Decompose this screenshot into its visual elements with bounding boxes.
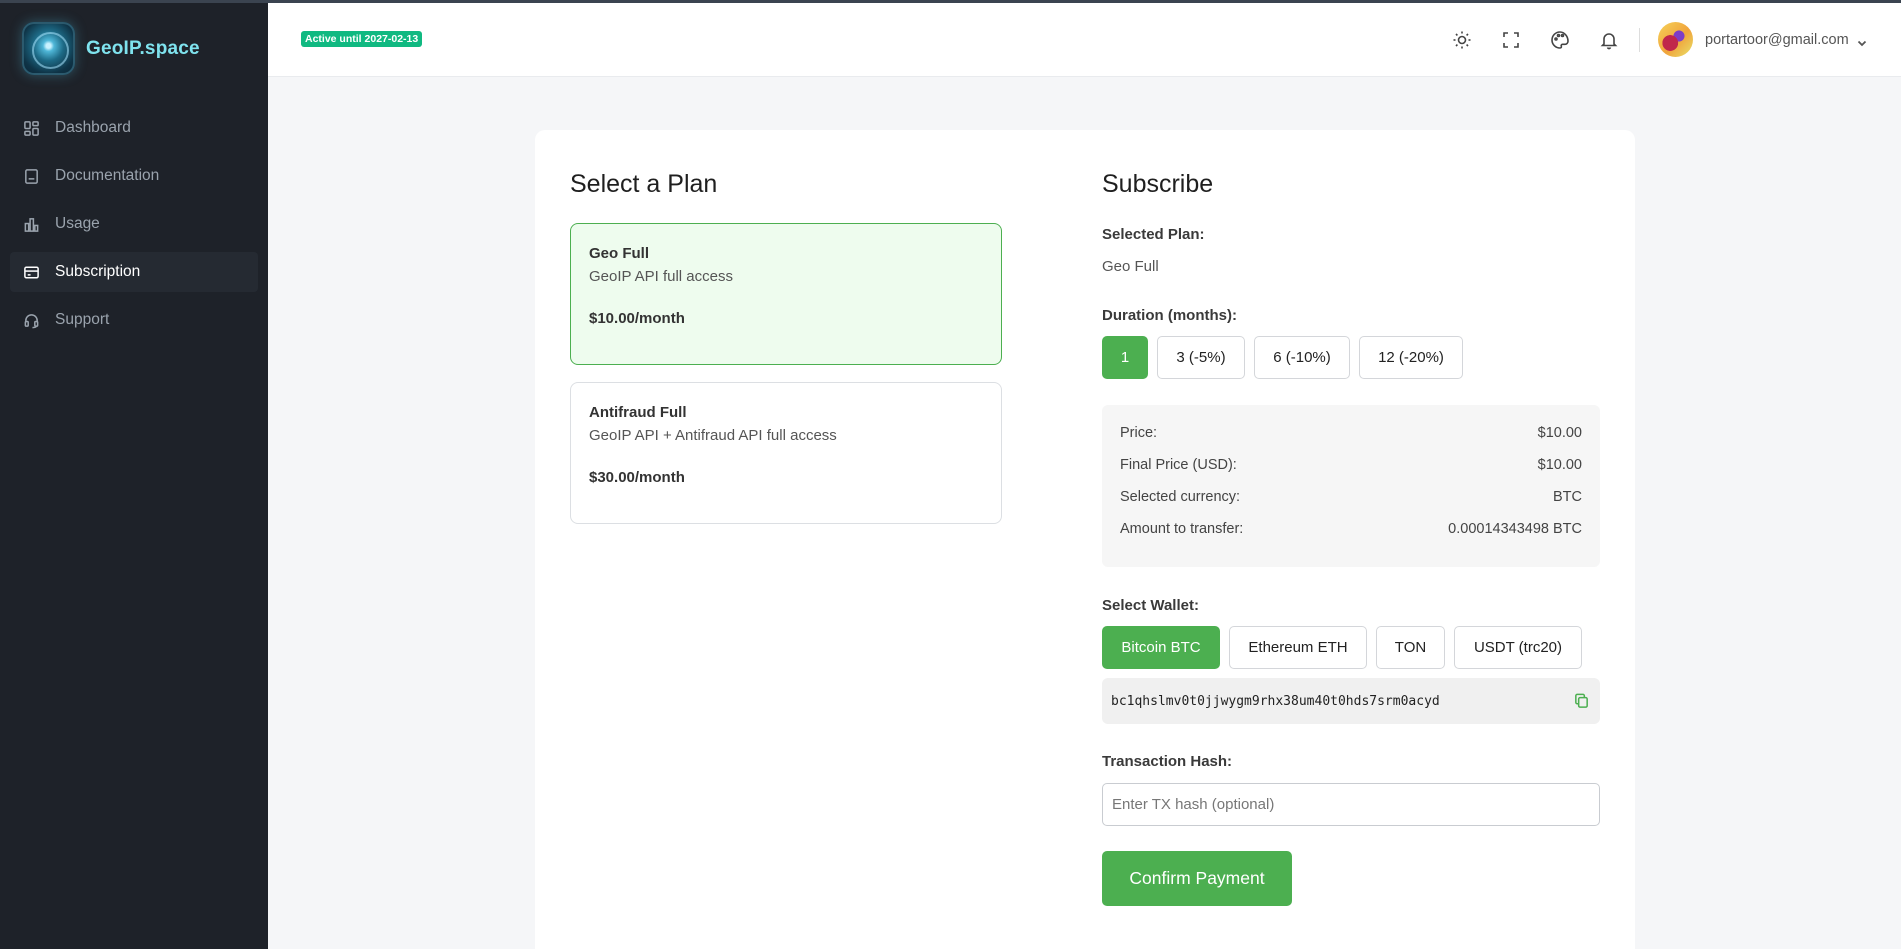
summary-value: 0.00014343498 BTC: [1448, 521, 1582, 537]
summary-label: Amount to transfer:: [1120, 521, 1244, 537]
header-divider: [1639, 28, 1640, 52]
avatar: [1658, 22, 1693, 57]
duration-button-6[interactable]: 6 (-10%): [1254, 336, 1350, 379]
bar-chart-icon: [22, 215, 40, 233]
price-summary: Price: $10.00 Final Price (USD): $10.00 …: [1102, 405, 1600, 567]
summary-value: $10.00: [1537, 457, 1582, 473]
duration-button-3[interactable]: 3 (-5%): [1157, 336, 1245, 379]
duration-button-1[interactable]: 1: [1102, 336, 1148, 379]
top-accent-line: [0, 0, 1901, 3]
plan-card-antifraud-full[interactable]: Antifraud Full GeoIP API + Antifraud API…: [570, 382, 1002, 524]
sidebar-item-label: Documentation: [55, 167, 160, 184]
chevron-down-icon: [1857, 35, 1867, 46]
fullscreen-icon[interactable]: [1500, 29, 1522, 51]
sun-icon[interactable]: [1451, 29, 1473, 51]
plan-name: Geo Full: [589, 245, 649, 262]
plan-price: $30.00/month: [589, 469, 685, 486]
status-badge: Active until 2027-02-13: [301, 31, 423, 47]
sidebar-nav: Dashboard Documentation Usage Subscripti…: [10, 108, 258, 348]
app-logo[interactable]: GeoIP.space: [22, 22, 200, 75]
headset-icon: [22, 311, 40, 329]
sidebar-item-label: Support: [55, 311, 110, 328]
summary-label: Selected currency:: [1120, 489, 1241, 505]
selected-plan-label: Selected Plan:: [1102, 226, 1205, 243]
bell-icon[interactable]: [1598, 29, 1620, 51]
wallet-button-btc[interactable]: Bitcoin BTC: [1102, 626, 1220, 669]
duration-button-12[interactable]: 12 (-20%): [1359, 336, 1463, 379]
sidebar-item-label: Subscription: [55, 263, 141, 280]
credit-card-icon: [22, 263, 40, 281]
selected-plan-value: Geo Full: [1102, 258, 1159, 275]
confirm-payment-button[interactable]: Confirm Payment: [1102, 851, 1292, 906]
tx-hash-label: Transaction Hash:: [1102, 753, 1233, 770]
summary-row-final-price: Final Price (USD): $10.00: [1120, 457, 1582, 489]
plan-name: Antifraud Full: [589, 404, 687, 421]
plan-card-geo-full[interactable]: Geo Full GeoIP API full access $10.00/mo…: [570, 223, 1002, 365]
plan-description: GeoIP API full access: [589, 268, 733, 285]
summary-value: BTC: [1553, 489, 1582, 505]
dashboard-icon: [22, 119, 40, 137]
copy-icon[interactable]: [1573, 692, 1591, 710]
sidebar: GeoIP.space Dashboard Documentation Usag…: [0, 0, 268, 949]
summary-row-price: Price: $10.00: [1120, 425, 1582, 457]
summary-row-amount: Amount to transfer: 0.00014343498 BTC: [1120, 521, 1582, 553]
wallet-address: bc1qhslmv0t0jjwygm9rhx38um40t0hds7srm0ac…: [1111, 693, 1440, 709]
app-name: GeoIP.space: [86, 37, 200, 59]
plan-description: GeoIP API + Antifraud API full access: [589, 427, 837, 444]
sidebar-item-dashboard[interactable]: Dashboard: [10, 108, 258, 148]
summary-row-currency: Selected currency: BTC: [1120, 489, 1582, 521]
sidebar-item-subscription[interactable]: Subscription: [10, 252, 258, 292]
wallet-label: Select Wallet:: [1102, 597, 1199, 614]
top-header: Active until 2027-02-13 portartoor@gmail…: [268, 3, 1901, 77]
wallet-button-usdt[interactable]: USDT (trc20): [1454, 626, 1582, 669]
logo-icon: [22, 22, 75, 75]
tx-hash-input[interactable]: [1102, 783, 1600, 826]
user-email: portartoor@gmail.com: [1705, 31, 1849, 48]
subscription-card: Select a Plan Geo Full GeoIP API full ac…: [535, 130, 1635, 949]
sidebar-item-label: Dashboard: [55, 119, 131, 136]
duration-label: Duration (months):: [1102, 307, 1237, 324]
summary-value: $10.00: [1537, 425, 1582, 441]
sidebar-item-support[interactable]: Support: [10, 300, 258, 340]
wallet-button-eth[interactable]: Ethereum ETH: [1229, 626, 1367, 669]
plan-price: $10.00/month: [589, 310, 685, 327]
wallet-button-ton[interactable]: TON: [1376, 626, 1445, 669]
palette-icon[interactable]: [1549, 29, 1571, 51]
sidebar-item-usage[interactable]: Usage: [10, 204, 258, 244]
summary-label: Price:: [1120, 425, 1158, 441]
sidebar-item-label: Usage: [55, 215, 100, 232]
book-icon: [22, 167, 40, 185]
plans-title: Select a Plan: [570, 170, 718, 198]
sidebar-item-documentation[interactable]: Documentation: [10, 156, 258, 196]
subscribe-title: Subscribe: [1102, 170, 1214, 198]
wallet-address-box: bc1qhslmv0t0jjwygm9rhx38um40t0hds7srm0ac…: [1102, 678, 1600, 724]
user-menu[interactable]: portartoor@gmail.com: [1658, 22, 1867, 57]
summary-label: Final Price (USD):: [1120, 457, 1237, 473]
